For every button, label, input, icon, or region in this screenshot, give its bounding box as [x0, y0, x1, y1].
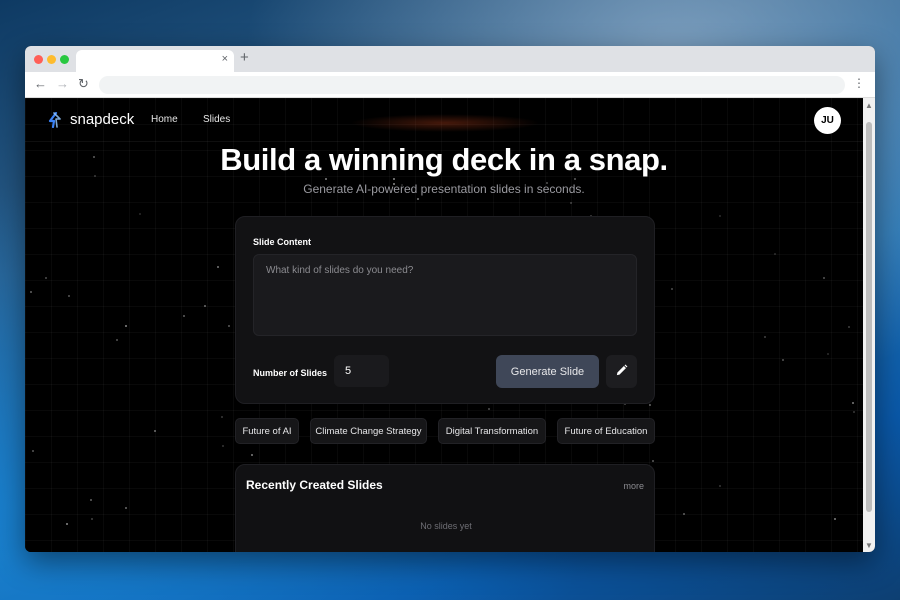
- star-dot: [68, 295, 70, 297]
- address-bar[interactable]: [99, 76, 845, 94]
- star-dot: [66, 523, 68, 525]
- header-glow-decoration: [350, 114, 540, 132]
- page-subtitle: Generate AI-powered presentation slides …: [303, 182, 585, 196]
- star-dot: [848, 326, 850, 328]
- user-avatar[interactable]: JU: [814, 107, 841, 134]
- star-dot: [719, 215, 721, 217]
- recent-slides-title: Recently Created Slides: [246, 478, 383, 492]
- star-dot: [222, 445, 224, 447]
- star-dot: [852, 402, 854, 404]
- star-dot: [45, 277, 47, 279]
- browser-tab[interactable]: ×: [76, 50, 234, 72]
- suggestion-chip[interactable]: Future of Education: [557, 418, 655, 444]
- star-dot: [570, 202, 572, 204]
- star-dot: [125, 325, 127, 327]
- star-dot: [217, 266, 219, 268]
- star-dot: [649, 404, 651, 406]
- page-viewport: snapdeck Home Slides JU Build a winning …: [25, 98, 863, 552]
- back-arrow-icon[interactable]: ←: [34, 76, 47, 91]
- slide-content-label: Slide Content: [253, 237, 311, 247]
- star-dot: [325, 178, 327, 180]
- recent-slides-panel: Recently Created Slides more No slides y…: [235, 464, 655, 552]
- star-dot: [764, 336, 766, 338]
- star-dot: [719, 485, 721, 487]
- page-scrollbar[interactable]: ▲ ▼: [863, 98, 875, 552]
- star-dot: [823, 277, 825, 279]
- empty-state-text: No slides yet: [420, 521, 472, 531]
- star-dot: [251, 454, 253, 456]
- page-title: Build a winning deck in a snap.: [220, 142, 668, 177]
- scroll-down-icon[interactable]: ▼: [865, 541, 873, 550]
- maximize-window-button[interactable]: [60, 55, 69, 64]
- star-dot: [116, 339, 118, 341]
- star-dot: [183, 315, 185, 317]
- browser-titlebar: × +: [25, 46, 875, 72]
- star-dot: [782, 359, 784, 361]
- star-dot: [221, 416, 223, 418]
- star-dot: [393, 178, 395, 180]
- star-dot: [488, 408, 490, 410]
- scrollbar-thumb[interactable]: [866, 122, 872, 512]
- suggestion-chip[interactable]: Climate Change Strategy: [310, 418, 427, 444]
- new-tab-button[interactable]: +: [240, 49, 249, 66]
- browser-menu-icon[interactable]: ⋮: [853, 77, 865, 89]
- edit-button[interactable]: [606, 355, 637, 388]
- star-dot: [91, 518, 93, 520]
- star-dot: [154, 430, 156, 432]
- star-dot: [90, 499, 92, 501]
- browser-window: × + ← → ↻ ⋮ snapdeck Home Slides JU Buil…: [25, 46, 875, 552]
- slide-generator-form: Slide Content Number of Slides Generate …: [235, 216, 655, 404]
- star-dot: [683, 513, 685, 515]
- suggestion-chip[interactable]: Digital Transformation: [438, 418, 546, 444]
- forward-arrow-icon[interactable]: →: [56, 76, 69, 91]
- pencil-icon: [615, 364, 628, 380]
- star-dot: [139, 213, 141, 215]
- generate-slide-button[interactable]: Generate Slide: [496, 355, 599, 388]
- brand-name: snapdeck: [70, 111, 135, 128]
- star-dot: [671, 288, 673, 290]
- star-dot: [30, 291, 32, 293]
- number-of-slides-label: Number of Slides: [253, 368, 328, 378]
- nav-slides-link[interactable]: Slides: [203, 114, 230, 125]
- star-dot: [652, 460, 654, 462]
- browser-toolbar: ← → ↻ ⋮: [25, 72, 875, 98]
- number-of-slides-input[interactable]: [334, 355, 389, 387]
- site-header: snapdeck Home Slides JU: [25, 98, 863, 142]
- slide-content-input[interactable]: [253, 254, 637, 336]
- star-dot: [204, 305, 206, 307]
- reload-icon[interactable]: ↻: [78, 76, 89, 92]
- minimize-window-button[interactable]: [47, 55, 56, 64]
- star-dot: [574, 178, 576, 180]
- star-dot: [834, 518, 836, 520]
- more-link[interactable]: more: [623, 481, 644, 491]
- brand-logo[interactable]: snapdeck: [47, 111, 134, 128]
- nav-home-link[interactable]: Home: [151, 114, 178, 125]
- star-dot: [417, 198, 419, 200]
- star-dot: [125, 507, 127, 509]
- scroll-up-icon[interactable]: ▲: [865, 101, 873, 110]
- star-dot: [32, 450, 34, 452]
- suggestion-chip[interactable]: Future of AI: [235, 418, 299, 444]
- tab-close-icon[interactable]: ×: [222, 53, 228, 65]
- close-window-button[interactable]: [34, 55, 43, 64]
- snapdeck-logo-icon: [47, 111, 63, 128]
- star-dot: [228, 325, 230, 327]
- star-dot: [827, 353, 829, 355]
- star-dot: [853, 411, 855, 413]
- star-dot: [774, 253, 776, 255]
